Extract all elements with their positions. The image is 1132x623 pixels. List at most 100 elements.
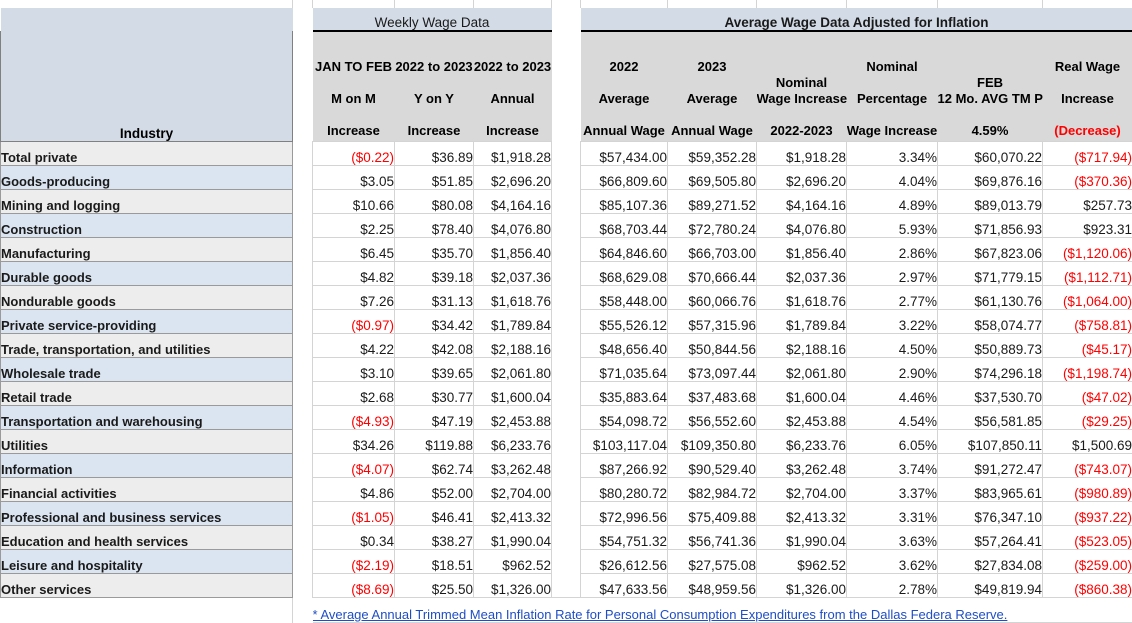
column-header-real-wage-increase: Real Wage Increase (Decrease) bbox=[1043, 31, 1132, 142]
hdr-pce-line2: 12 Mo. AVG TM PCE * bbox=[938, 91, 1043, 106]
cell-2022-avg-annual-wage: $72,996.56 bbox=[581, 502, 668, 526]
footnote-link[interactable]: * Average Annual Trimmed Mean Inflation … bbox=[313, 598, 1132, 623]
cell-nominal-percentage-wage-increase: 2.97% bbox=[847, 262, 938, 286]
top-margin-cell bbox=[668, 0, 757, 8]
table-row: Other services($8.69)$25.50$1,326.00$47,… bbox=[1, 574, 1132, 598]
column-header-nominal-percentage-wage-increase: Nominal Percentage Wage Increase bbox=[847, 31, 938, 142]
spreadsheet-canvas: Weekly Wage Data Average Wage Data Adjus… bbox=[0, 0, 1132, 608]
gap-cell bbox=[293, 8, 313, 31]
cell-nominal-percentage-wage-increase: 3.37% bbox=[847, 478, 938, 502]
cell-yoy-increase: $78.40 bbox=[395, 214, 474, 238]
table-row: Manufacturing$6.45$35.70$1,856.40$64,846… bbox=[1, 238, 1132, 262]
cell-mom-increase: $34.26 bbox=[313, 430, 395, 454]
industry-label: Utilities bbox=[1, 430, 293, 454]
gap-cell bbox=[293, 190, 313, 214]
cell-feb-12mo-avg-tm-pce: $71,779.15 bbox=[938, 262, 1043, 286]
cell-real-wage-increase: ($743.07) bbox=[1043, 454, 1132, 478]
cell-2022-avg-annual-wage: $47,633.56 bbox=[581, 574, 668, 598]
cell-mom-increase: $2.68 bbox=[313, 382, 395, 406]
top-margin-cell bbox=[757, 0, 847, 8]
top-margin-cell bbox=[313, 0, 395, 8]
cell-feb-12mo-avg-tm-pce: $27,834.08 bbox=[938, 550, 1043, 574]
cell-annual-increase: $2,453.88 bbox=[474, 406, 552, 430]
hdr-ann-line3: Increase bbox=[486, 123, 539, 138]
hdr-a23-line2: Average bbox=[687, 91, 738, 106]
hdr-yy-line3: Increase bbox=[408, 123, 461, 138]
hdr-rwi-line1: Real Wage bbox=[1055, 59, 1120, 74]
hdr-ann-line1: 2022 to 2023 bbox=[474, 59, 551, 74]
hdr-pce-line3: 4.59% bbox=[972, 123, 1009, 138]
hdr-npct-line1: Nominal bbox=[866, 59, 917, 74]
gap-cell bbox=[552, 214, 581, 238]
cell-real-wage-increase: ($370.36) bbox=[1043, 166, 1132, 190]
gap-cell bbox=[293, 238, 313, 262]
cell-nominal-percentage-wage-increase: 3.63% bbox=[847, 526, 938, 550]
cell-annual-increase: $6,233.76 bbox=[474, 430, 552, 454]
industry-band-blank bbox=[1, 8, 293, 31]
cell-nominal-percentage-wage-increase: 2.77% bbox=[847, 286, 938, 310]
industry-label: Financial activities bbox=[1, 478, 293, 502]
cell-nominal-wage-increase: $1,856.40 bbox=[757, 238, 847, 262]
table-row: Total private($0.22)$36.89$1,918.28$57,4… bbox=[1, 142, 1132, 166]
cell-feb-12mo-avg-tm-pce: $67,823.06 bbox=[938, 238, 1043, 262]
cell-2023-avg-annual-wage: $72,780.24 bbox=[668, 214, 757, 238]
cell-real-wage-increase: ($937.22) bbox=[1043, 502, 1132, 526]
cell-2023-avg-annual-wage: $73,097.44 bbox=[668, 358, 757, 382]
hdr-ann-line2: Annual bbox=[490, 91, 534, 106]
cell-real-wage-increase: $923.31 bbox=[1043, 214, 1132, 238]
hdr-yy-line1: 2022 to 2023 bbox=[395, 59, 472, 74]
gap-cell bbox=[293, 454, 313, 478]
cell-nominal-percentage-wage-increase: 2.90% bbox=[847, 358, 938, 382]
cell-2023-avg-annual-wage: $109,350.80 bbox=[668, 430, 757, 454]
cell-2023-avg-annual-wage: $50,844.56 bbox=[668, 334, 757, 358]
industry-label: Mining and logging bbox=[1, 190, 293, 214]
cell-yoy-increase: $42.08 bbox=[395, 334, 474, 358]
gap-cell bbox=[293, 382, 313, 406]
gap-cell bbox=[293, 574, 313, 598]
cell-real-wage-increase: ($1,198.74) bbox=[1043, 358, 1132, 382]
cell-yoy-increase: $36.89 bbox=[395, 142, 474, 166]
cell-2022-avg-annual-wage: $64,846.60 bbox=[581, 238, 668, 262]
cell-annual-increase: $4,076.80 bbox=[474, 214, 552, 238]
cell-annual-increase: $1,600.04 bbox=[474, 382, 552, 406]
cell-nominal-percentage-wage-increase: 3.22% bbox=[847, 310, 938, 334]
gap-cell bbox=[293, 166, 313, 190]
cell-yoy-increase: $18.51 bbox=[395, 550, 474, 574]
cell-annual-increase: $1,326.00 bbox=[474, 574, 552, 598]
cell-2023-avg-annual-wage: $60,066.76 bbox=[668, 286, 757, 310]
cell-2022-avg-annual-wage: $57,434.00 bbox=[581, 142, 668, 166]
table-body: Total private($0.22)$36.89$1,918.28$57,4… bbox=[1, 142, 1132, 598]
cell-2022-avg-annual-wage: $35,883.64 bbox=[581, 382, 668, 406]
table-row: Wholesale trade$3.10$39.65$2,061.80$71,0… bbox=[1, 358, 1132, 382]
cell-feb-12mo-avg-tm-pce: $71,856.93 bbox=[938, 214, 1043, 238]
gap-cell bbox=[293, 502, 313, 526]
cell-nominal-wage-increase: $1,600.04 bbox=[757, 382, 847, 406]
industry-label: Total private bbox=[1, 142, 293, 166]
column-header-feb-12mo-avg-tm-pce: FEB 12 Mo. AVG TM PCE * 4.59% bbox=[938, 31, 1043, 142]
cell-nominal-wage-increase: $2,037.36 bbox=[757, 262, 847, 286]
footnote-left-blank bbox=[1, 598, 293, 623]
table-row: Financial activities$4.86$52.00$2,704.00… bbox=[1, 478, 1132, 502]
industry-label: Transportation and warehousing bbox=[1, 406, 293, 430]
cell-mom-increase: $2.25 bbox=[313, 214, 395, 238]
cell-annual-increase: $1,789.84 bbox=[474, 310, 552, 334]
cell-yoy-increase: $62.74 bbox=[395, 454, 474, 478]
cell-annual-increase: $1,618.76 bbox=[474, 286, 552, 310]
cell-real-wage-increase: ($29.25) bbox=[1043, 406, 1132, 430]
hdr-a23-line1: 2023 bbox=[698, 59, 727, 74]
cell-nominal-wage-increase: $2,061.80 bbox=[757, 358, 847, 382]
cell-2022-avg-annual-wage: $54,751.32 bbox=[581, 526, 668, 550]
gap-cell bbox=[552, 574, 581, 598]
column-header-2023-avg-annual-wage: 2023 Average Annual Wage bbox=[668, 31, 757, 142]
hdr-nwi-line1: Nominal bbox=[776, 75, 827, 90]
gap-cell bbox=[552, 310, 581, 334]
top-margin-cell bbox=[938, 0, 1043, 8]
cell-nominal-percentage-wage-increase: 4.04% bbox=[847, 166, 938, 190]
column-header-row: Industry JAN TO FEB M on M Increase 2022… bbox=[1, 31, 1132, 142]
gap-cell bbox=[293, 358, 313, 382]
gap-cell bbox=[293, 286, 313, 310]
cell-nominal-wage-increase: $2,413.32 bbox=[757, 502, 847, 526]
group-title-inflation-adjusted: Average Wage Data Adjusted for Inflation bbox=[581, 8, 1132, 31]
cell-nominal-wage-increase: $2,696.20 bbox=[757, 166, 847, 190]
gap-cell bbox=[552, 430, 581, 454]
